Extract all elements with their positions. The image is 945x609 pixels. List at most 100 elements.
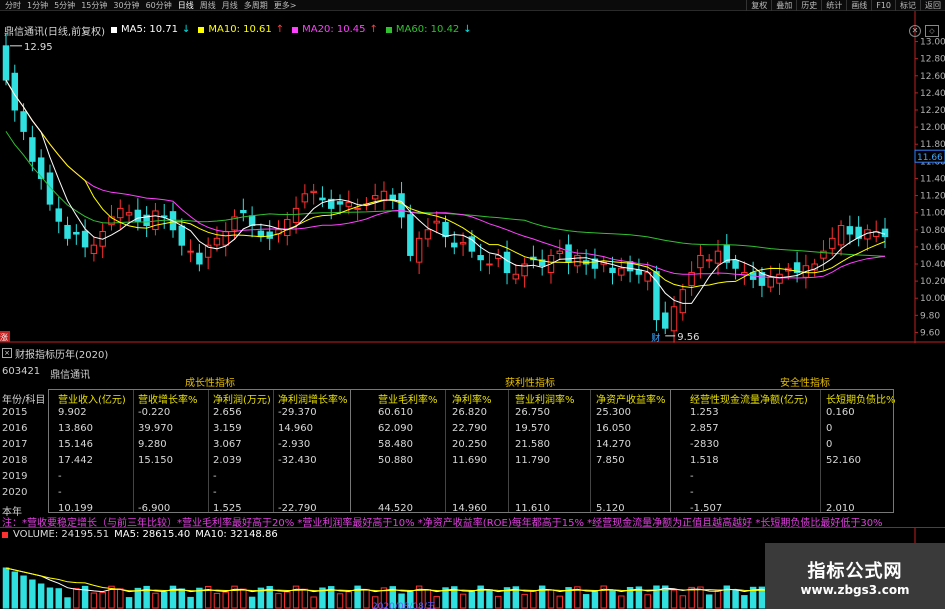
candle-body-58 [512,273,520,280]
volume-bar-56 [495,595,502,609]
arrow-up-icon: ↑ [369,24,378,35]
cell-2-5: 20.250 [452,439,487,450]
volume-ma10: MA10: 32148.86 [195,529,278,540]
price-label-17: 9.60 [920,328,940,338]
period-tab-6[interactable]: 日线 [175,0,197,11]
cell-5-8: - [690,487,694,498]
close-icon[interactable]: ✕ [909,25,921,37]
col-header-6: 营业利润率% [515,395,575,406]
cell-0-4: 60.610 [378,407,413,418]
volume-bar-10 [90,592,98,609]
cell-2-1: 9.280 [138,439,167,450]
ma-swatch-3 [385,26,392,33]
ma-value-2: MA20: 10.45 [302,24,366,35]
period-tab-2[interactable]: 5分钟 [51,0,78,11]
volume-bar-66 [582,594,590,609]
price-label-8: 11.40 [920,174,945,184]
tool-button-7[interactable]: 返回 [920,0,945,11]
cell-1-3: 14.960 [278,423,313,434]
price-label-6: 11.80 [920,140,945,150]
col-header-3: 净利润增长率% [278,395,348,406]
cell-2-4: 58.480 [378,439,413,450]
tool-button-2[interactable]: 历史 [796,0,821,11]
volume-bar-60 [530,590,537,609]
candle-body-70 [618,267,625,276]
period-tabs: 分时 1分钟 5分钟 15分钟 30分钟 60分钟 日线 周线 月线 多周期 更多> [2,0,299,11]
price-label-14: 10.20 [920,277,945,287]
ma-swatch-1 [198,26,205,33]
ma20-line [5,79,886,279]
cai-marker: 财 [651,332,660,343]
volume-bar-83 [732,589,739,609]
cell-3-8: 1.518 [690,455,719,466]
period-tab-3[interactable]: 15分钟 [78,0,110,11]
price-label-3: 12.40 [920,89,945,99]
ma-indicator-2: MA20: 10.45 ↑ [292,23,378,36]
period-tab-1[interactable]: 1分钟 [24,0,51,11]
grid-col-profit-end [670,389,671,513]
candle-body-45 [398,193,405,218]
candlestick-chart[interactable]: 鼎信通讯(日线,前复权) MA5: 10.71 ↓ MA10: 10.61 ↑ MA20… [0,11,945,344]
volume-bar-55 [486,589,493,609]
volume-bar-77 [679,595,687,609]
tool-button-4[interactable]: 画线 [846,0,871,11]
tool-button-5[interactable]: F10 [871,0,895,11]
watermark-title: 指标公式网 [807,561,903,582]
period-tab-10[interactable]: 更多> [271,0,300,11]
ma-indicator-0: MA5: 10.71 ↓ [110,23,190,36]
volume-bar-0 [2,567,10,609]
candle-body-24 [213,237,221,246]
candle-body-8 [73,231,80,235]
ma-swatch-2 [292,26,299,33]
volume-bar-80 [705,594,713,609]
candle-body-21 [187,250,194,253]
period-tab-8[interactable]: 月线 [219,0,241,11]
volume-ma5: MA5: 28615.40 [114,529,191,540]
tool-button-3[interactable]: 统计 [821,0,846,11]
tool-button-6[interactable]: 标记 [895,0,920,11]
fin-close-icon[interactable]: × [2,348,12,358]
cell-1-0: 13.860 [58,423,93,434]
period-tab-0[interactable]: 分时 [2,0,24,11]
chart-legend: 鼎信通讯(日线,前复权) MA5: 10.71 ↓ MA10: 10.61 ↑ MA20… [4,23,472,38]
cell-0-8: 1.253 [690,407,719,418]
candle-body-38 [336,201,344,205]
price-label-9: 11.20 [920,192,945,202]
volume-bar-24 [213,592,221,609]
maximize-icon[interactable]: ◇ [925,25,939,37]
candle-body-36 [319,197,326,201]
candle-body-94 [829,237,836,249]
period-toolbar: 分时 1分钟 5分钟 15分钟 30分钟 60分钟 日线 周线 月线 多周期 更多> 复权 叠加 历史统… [0,0,945,11]
cell-3-3: -32.430 [278,455,317,466]
volume-bar-76 [670,589,678,609]
chart-title: 鼎信通讯(日线,前复权) [4,27,105,38]
high-price-label: 12.95 [24,42,53,53]
grid-row-bottom [48,512,893,513]
price-label-10: 11.00 [920,209,945,219]
volume-bar-18 [160,591,168,609]
cell-3-9: 52.160 [826,455,861,466]
price-label-2: 12.60 [920,72,945,82]
ma-value-3: MA60: 10.42 [395,24,460,35]
col-header-4: 营业毛利率% [378,395,438,406]
grid-thin-2 [273,389,274,513]
tool-button-1[interactable]: 叠加 [771,0,796,11]
period-tab-5[interactable]: 60分钟 [143,0,175,11]
volume-bar-20 [178,588,186,609]
cell-2-9: 0 [826,439,833,450]
row-year-0: 2015 [2,407,28,418]
period-tab-4[interactable]: 30分钟 [110,0,142,11]
candle-body-32 [284,219,291,237]
candle-body-46 [407,214,414,256]
volume-bar-63 [556,595,563,609]
cell-0-0: 9.902 [58,407,87,418]
cell-0-1: -0.220 [138,407,171,418]
volume-bar-67 [591,590,599,609]
tool-button-0[interactable]: 复权 [746,0,771,11]
volume-bar-8 [73,587,80,609]
period-tab-9[interactable]: 多周期 [241,0,271,11]
period-tab-7[interactable]: 周线 [197,0,219,11]
cell-4-8: - [690,471,694,482]
candle-body-40 [354,207,361,210]
candle-body-25 [222,230,229,246]
